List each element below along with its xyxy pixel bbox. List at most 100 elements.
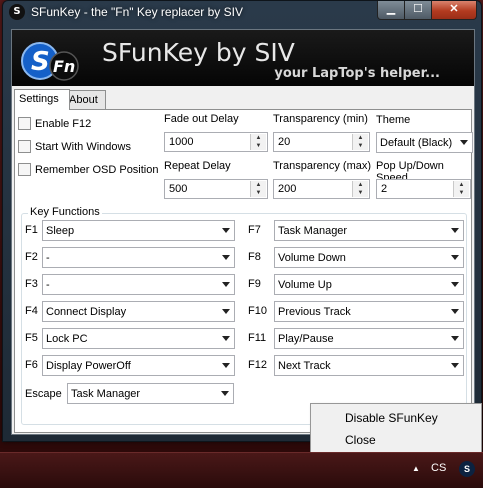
transparency-max-label: Transparency (max): [273, 160, 372, 172]
escape-label: Escape: [25, 388, 62, 400]
dropdown-value[interactable]: Default (Black): [380, 137, 452, 149]
f8-dropdown[interactable]: Volume Down: [274, 247, 464, 268]
dropdown-value[interactable]: Previous Track: [278, 306, 351, 318]
header-banner: S Fn SFunKey by SIV your LapTop's helper…: [12, 30, 474, 86]
f1-label: F1: [25, 224, 38, 236]
chevron-down-icon[interactable]: [222, 282, 230, 287]
checkbox-label: Start With Windows: [35, 140, 131, 153]
taskbar: ▲ CS S: [0, 452, 483, 488]
remember-osd-position-checkbox[interactable]: Remember OSD Position: [18, 163, 159, 176]
chevron-down-icon[interactable]: [222, 363, 230, 368]
spinner-value[interactable]: 2: [381, 183, 387, 195]
spinner-value[interactable]: 500: [169, 183, 187, 195]
chevron-down-icon[interactable]: [451, 309, 459, 314]
dropdown-value[interactable]: Display PowerOff: [46, 360, 131, 372]
fade-out-delay-label: Fade out Delay: [164, 113, 239, 125]
sfunkey-tray-icon[interactable]: S: [459, 461, 475, 477]
banner-title: SFunKey by SIV: [102, 38, 295, 67]
tab-settings[interactable]: Settings: [14, 89, 70, 110]
theme-dropdown[interactable]: Default (Black): [376, 132, 473, 153]
f3-dropdown[interactable]: -: [42, 274, 235, 295]
dropdown-value[interactable]: -: [46, 279, 50, 291]
theme-label: Theme: [376, 114, 411, 126]
checkbox-label: Remember OSD Position: [35, 163, 159, 176]
transparency-min-label: Transparency (min): [273, 113, 368, 125]
spinner-value[interactable]: 1000: [169, 136, 193, 148]
sfunkey-logo: S Fn: [21, 42, 79, 81]
dropdown-value[interactable]: Sleep: [46, 225, 74, 237]
checkbox-box[interactable]: [18, 163, 31, 176]
f11-label: F11: [248, 332, 267, 344]
dropdown-value[interactable]: Volume Down: [278, 252, 346, 264]
dropdown-value[interactable]: Lock PC: [46, 333, 88, 345]
logo-fn-letters: Fn: [53, 57, 75, 76]
transparency-max-spinner[interactable]: 200 ▲ ▼: [273, 179, 370, 199]
title-bar[interactable]: S SFunKey - the "Fn" Key replacer by SIV…: [3, 1, 481, 25]
spinner-arrows[interactable]: ▲ ▼: [453, 181, 469, 197]
chevron-down-icon[interactable]: [460, 140, 468, 145]
spinner-arrows[interactable]: ▲ ▼: [250, 134, 266, 150]
f7-label: F7: [248, 224, 261, 236]
checkbox-label: Enable F12: [35, 117, 92, 130]
language-indicator[interactable]: CS: [431, 462, 446, 474]
f5-dropdown[interactable]: Lock PC: [42, 328, 235, 349]
show-hidden-icons-icon[interactable]: ▲: [412, 464, 422, 474]
f10-label: F10: [248, 305, 267, 317]
chevron-down-icon[interactable]: [222, 255, 230, 260]
key-functions-group: Key Functions F1 Sleep F2 - F3 - F4 Conn…: [21, 206, 467, 425]
repeat-delay-label: Repeat Delay: [164, 160, 231, 172]
checkbox-box[interactable]: [18, 117, 31, 130]
f9-label: F9: [248, 278, 261, 290]
app-title-icon: S: [9, 4, 25, 20]
banner-subtitle: your LapTop's helper...: [274, 66, 440, 81]
enable-f12-checkbox[interactable]: Enable F12: [18, 117, 91, 130]
escape-dropdown[interactable]: Task Manager: [67, 383, 234, 404]
f5-label: F5: [25, 332, 38, 344]
f2-dropdown[interactable]: -: [42, 247, 235, 268]
app-window: S SFunKey - the "Fn" Key replacer by SIV…: [2, 0, 482, 442]
chevron-down-icon[interactable]: [451, 228, 459, 233]
repeat-delay-spinner[interactable]: 500 ▲ ▼: [164, 179, 268, 199]
f7-dropdown[interactable]: Task Manager: [274, 220, 464, 241]
f12-dropdown[interactable]: Next Track: [274, 355, 464, 376]
spinner-value[interactable]: 200: [278, 183, 296, 195]
chevron-down-icon[interactable]: [451, 363, 459, 368]
close-button[interactable]: ✕: [431, 1, 477, 20]
client-area: S Fn SFunKey by SIV your LapTop's helper…: [11, 29, 475, 435]
f1-dropdown[interactable]: Sleep: [42, 220, 235, 241]
chevron-down-icon[interactable]: [451, 336, 459, 341]
chevron-down-icon[interactable]: [451, 282, 459, 287]
dropdown-value[interactable]: -: [46, 252, 50, 264]
fade-out-delay-spinner[interactable]: 1000 ▲ ▼: [164, 132, 268, 152]
dropdown-value[interactable]: Task Manager: [71, 388, 140, 400]
maximize-button[interactable]: ☐: [404, 1, 432, 20]
dropdown-value[interactable]: Connect Display: [46, 306, 126, 318]
menu-item-close[interactable]: Close: [345, 433, 376, 447]
minimize-button[interactable]: ▁: [377, 1, 405, 20]
f6-dropdown[interactable]: Display PowerOff: [42, 355, 235, 376]
spinner-value[interactable]: 20: [278, 136, 290, 148]
dropdown-value[interactable]: Volume Up: [278, 279, 332, 291]
chevron-down-icon[interactable]: [222, 336, 230, 341]
dropdown-value[interactable]: Play/Pause: [278, 333, 334, 345]
menu-item-disable-sfunkey[interactable]: Disable SFunKey: [345, 411, 438, 425]
chevron-down-icon[interactable]: [222, 228, 230, 233]
f9-dropdown[interactable]: Volume Up: [274, 274, 464, 295]
transparency-min-spinner[interactable]: 20 ▲ ▼: [273, 132, 370, 152]
f10-dropdown[interactable]: Previous Track: [274, 301, 464, 322]
popup-speed-spinner[interactable]: 2 ▲ ▼: [376, 179, 471, 199]
f11-dropdown[interactable]: Play/Pause: [274, 328, 464, 349]
f4-dropdown[interactable]: Connect Display: [42, 301, 235, 322]
dropdown-value[interactable]: Task Manager: [278, 225, 347, 237]
tray-context-menu: Disable SFunKey Close: [310, 403, 482, 455]
dropdown-value[interactable]: Next Track: [278, 360, 331, 372]
tab-about[interactable]: About: [64, 90, 106, 109]
spinner-arrows[interactable]: ▲ ▼: [352, 134, 368, 150]
spinner-arrows[interactable]: ▲ ▼: [250, 181, 266, 197]
checkbox-box[interactable]: [18, 140, 31, 153]
start-with-windows-checkbox[interactable]: Start With Windows: [18, 140, 131, 153]
chevron-down-icon[interactable]: [221, 391, 229, 396]
spinner-arrows[interactable]: ▲ ▼: [352, 181, 368, 197]
chevron-down-icon[interactable]: [451, 255, 459, 260]
chevron-down-icon[interactable]: [222, 309, 230, 314]
